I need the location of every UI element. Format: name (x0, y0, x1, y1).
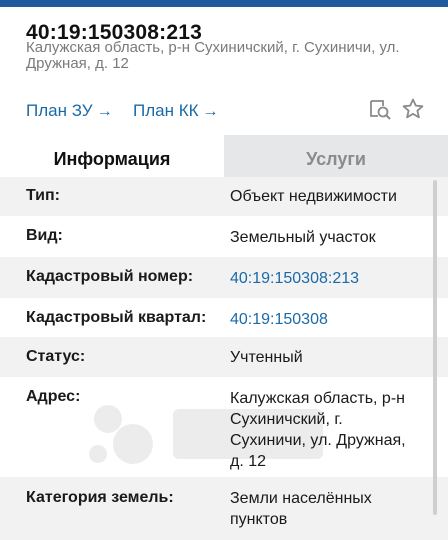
info-row-kind: Вид: Земельный участок (0, 216, 448, 257)
plan-kk-label: План КК (133, 101, 199, 120)
map-search-icon[interactable] (368, 97, 392, 126)
info-label: Категория земель: (26, 489, 174, 506)
star-icon[interactable] (401, 97, 425, 126)
address-line: Сухиничи, ул. Дружная, (230, 432, 406, 449)
land-category-line: Земли населённых (230, 490, 372, 507)
arrow-right-icon: → (96, 103, 113, 120)
header: 40:19:150308:213 Калужская область, р-н … (0, 7, 448, 183)
info-value-address: Калужская область, р-н Сухиничский, г. С… (230, 388, 426, 472)
info-row-address: Адрес: Калужская область, р-н Сухиничски… (0, 377, 448, 477)
plan-zu-label: План ЗУ (26, 101, 93, 120)
info-label: Вид: (26, 227, 63, 244)
info-row-status: Статус: Учтенный (0, 337, 448, 377)
top-status-strip (0, 0, 448, 7)
info-label: Кадастровый квартал: (26, 309, 207, 326)
tab-information[interactable]: Информация (0, 135, 224, 183)
address-line: Калужская область, р-н (230, 390, 405, 407)
info-value-land-category: Земли населённых пунктов (230, 488, 426, 530)
info-value: Учтенный (230, 349, 303, 366)
info-value: Объект недвижимости (230, 188, 397, 205)
address-line: Сухиничский, г. (230, 411, 343, 428)
info-value: Земельный участок (230, 229, 376, 246)
cadastral-quarter-link[interactable]: 40:19:150308 (230, 309, 426, 330)
info-label: Тип: (26, 187, 60, 204)
info-label: Статус: (26, 348, 86, 365)
scrollbar[interactable] (433, 180, 437, 515)
address-line: д. 12 (230, 453, 267, 470)
info-row-type: Тип: Объект недвижимости (0, 177, 448, 216)
cadastral-number-link[interactable]: 40:19:150308:213 (230, 268, 426, 289)
tab-bar: Информация Услуги (0, 135, 448, 183)
info-row-cadastral-number: Кадастровый номер: 40:19:150308:213 (0, 257, 448, 298)
info-label: Кадастровый номер: (26, 268, 194, 285)
info-panel: Тип: Объект недвижимости Вид: Земельный … (0, 177, 448, 540)
header-address-line2: Дружная, д. 12 (26, 55, 129, 72)
plan-zu-link[interactable]: План ЗУ → (26, 101, 113, 121)
info-row-cadastral-quarter: Кадастровый квартал: 40:19:150308 (0, 298, 448, 337)
plan-kk-link[interactable]: План КК → (133, 101, 219, 121)
tab-services[interactable]: Услуги (224, 135, 448, 183)
info-label: Адрес: (26, 388, 81, 405)
arrow-right-icon: → (202, 103, 219, 120)
info-row-land-category: Категория земель: Земли населённых пункт… (0, 477, 448, 540)
land-category-line: пунктов (230, 511, 288, 528)
header-address-line1: Калужская область, р-н Сухиничский, г. С… (26, 39, 400, 56)
header-address: Калужская область, р-н Сухиничский, г. С… (26, 40, 416, 72)
